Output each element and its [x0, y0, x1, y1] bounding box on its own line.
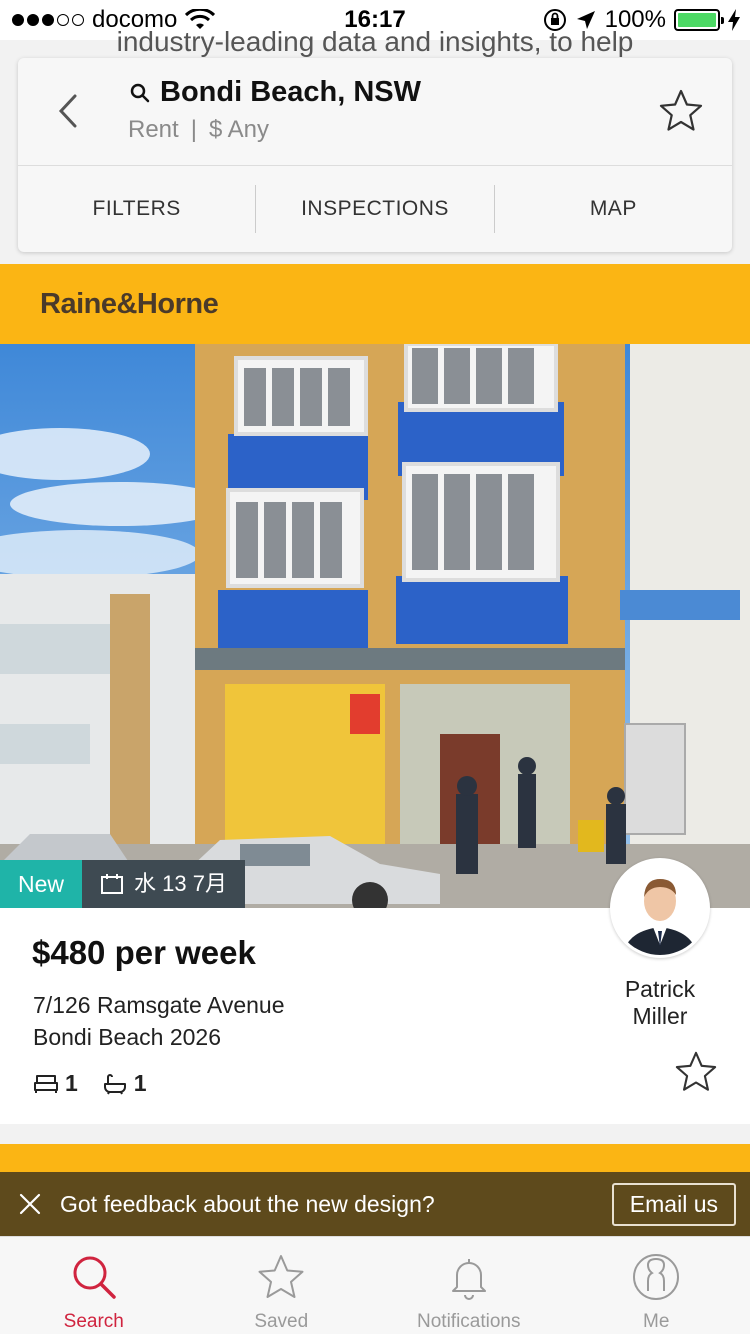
search-icon [73, 1256, 116, 1299]
agent-name: Patrick Miller [624, 976, 696, 1029]
tab-filters[interactable]: FILTERS [18, 185, 255, 233]
user-icon [633, 1254, 680, 1300]
save-listing-star-icon[interactable] [674, 1050, 718, 1094]
tab-notifications[interactable]: Notifications [375, 1237, 563, 1334]
bath-icon [103, 1073, 126, 1094]
agency-banner: Raine&Horne [0, 264, 750, 344]
search-price: $ Any [208, 116, 269, 143]
feedback-text: Got feedback about the new design? [60, 1190, 435, 1217]
tab-saved[interactable]: Saved [188, 1237, 376, 1334]
building-photo-illustration [0, 344, 750, 908]
tab-search-label: Search [63, 1311, 124, 1332]
tab-notifications-label: Notifications [417, 1311, 521, 1332]
criteria-separator: | [190, 116, 197, 143]
agent-info[interactable]: Patrick Miller [610, 858, 710, 1030]
agent-avatar [610, 858, 710, 958]
bottom-tab-bar: Search Saved Notifications Me [0, 1236, 750, 1334]
inspection-date: 水 13 7月 [134, 871, 227, 896]
search-mode: Rent [128, 116, 179, 143]
tab-me[interactable]: Me [563, 1237, 750, 1334]
save-search-star-icon[interactable] [658, 88, 704, 134]
search-summary-card: Bondi Beach, NSW Rent | $ Any FILTERS IN… [18, 58, 732, 252]
tab-search[interactable]: Search [0, 1237, 188, 1334]
calendar-icon [101, 874, 124, 894]
new-badge: New [0, 860, 83, 908]
listing-photo[interactable]: New 水 13 7月 [0, 344, 750, 908]
search-icon [130, 83, 150, 102]
search-criteria[interactable]: Rent | $ Any [128, 116, 269, 144]
back-button[interactable] [48, 88, 88, 134]
signal-strength-icon [12, 14, 84, 26]
feedback-banner: Got feedback about the new design? Email… [0, 1172, 750, 1236]
tab-inspections[interactable]: INSPECTIONS [255, 185, 493, 233]
bed-icon [34, 1074, 58, 1093]
email-us-button[interactable]: Email us [611, 1182, 736, 1226]
listing-address-suburb: Bondi Beach 2026 [33, 1024, 221, 1050]
inspection-badge: 水 13 7月 [82, 860, 245, 908]
bell-icon [451, 1259, 486, 1300]
background-scrolled-text: industry-leading data and insights, to h… [116, 26, 634, 57]
tab-saved-label: Saved [254, 1311, 309, 1332]
listing-features: 1 1 [33, 1070, 161, 1097]
listing-address-street: 7/126 Ramsgate Avenue [33, 992, 285, 1018]
listing-price: $480 per week [32, 934, 256, 971]
tab-map[interactable]: MAP [493, 185, 732, 233]
listing-card[interactable]: Raine&Horne New 水 13 7月 $480 per week 7/… [0, 264, 750, 1124]
search-location-label: Bondi Beach, NSW [160, 76, 422, 108]
tab-me-label: Me [643, 1311, 670, 1332]
next-listing-peek[interactable] [0, 1144, 750, 1174]
bath-count: 1 [133, 1070, 147, 1096]
search-location[interactable]: Bondi Beach, NSW [130, 76, 421, 109]
star-icon [258, 1255, 304, 1298]
dismiss-feedback-button[interactable] [0, 1172, 60, 1236]
chevron-left-icon [58, 94, 77, 128]
agency-logo: Raine&Horne [40, 287, 219, 320]
close-icon [19, 1193, 41, 1215]
bed-count: 1 [65, 1070, 78, 1096]
